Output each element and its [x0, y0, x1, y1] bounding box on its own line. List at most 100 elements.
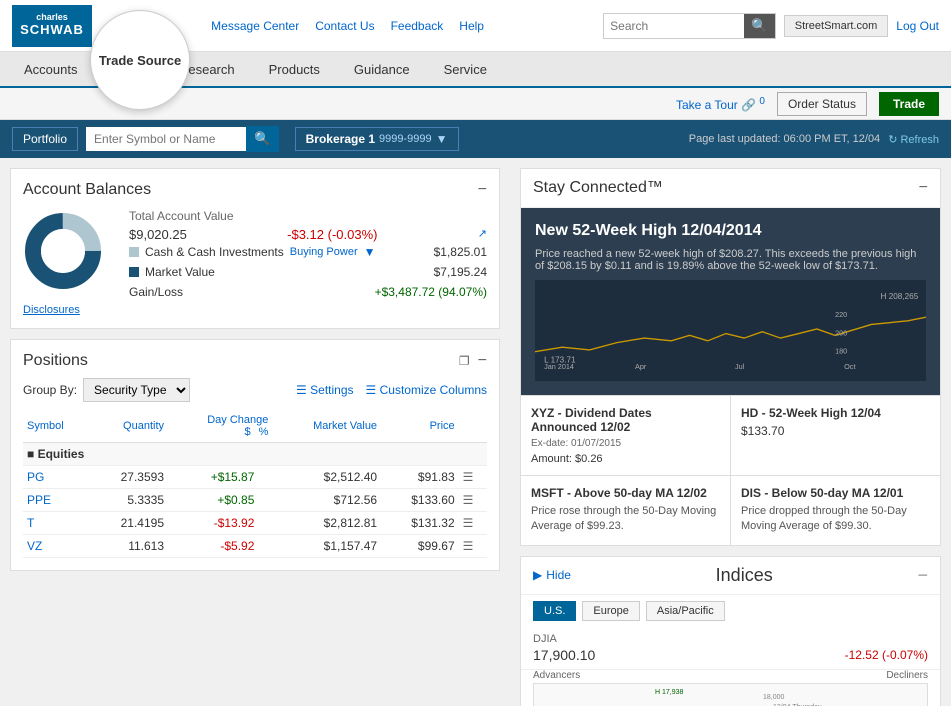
symbol-cell: PPE — [23, 489, 90, 512]
news-item-3: DIS - Below 50-day MA 12/01 Price droppe… — [731, 476, 940, 545]
top-nav-links: Message Center Contact Us Feedback Help — [211, 19, 484, 33]
cash-color-indicator — [129, 247, 139, 257]
help-link[interactable]: Help — [459, 19, 484, 33]
positions-actions: ☰ Settings ☰ Customize Columns — [296, 383, 487, 397]
top-search-input[interactable] — [604, 15, 744, 37]
trade-button[interactable]: Trade — [879, 92, 939, 116]
idx-djia-name: DJIA — [533, 633, 928, 645]
page-info: Page last updated: 06:00 PM ET, 12/04 ↻ … — [689, 133, 939, 146]
news-title-0: XYZ - Dividend Dates Announced 12/02 — [531, 406, 720, 434]
symbol-link[interactable]: VZ — [27, 539, 42, 553]
stay-chart: H 208,265 L 173.71 Jan 2014 Apr Jul Oct … — [535, 284, 926, 374]
minimize-balances-button[interactable]: − — [478, 181, 487, 199]
col-market-value: Market Value — [272, 410, 381, 443]
news-body-2: Price rose through the 50-Day Moving Ave… — [531, 504, 720, 535]
minimize-positions-button[interactable]: − — [478, 352, 487, 370]
quantity-cell: 21.4195 — [90, 512, 168, 535]
market-amount: $7,195.24 — [434, 265, 487, 279]
account-balances-card: Account Balances − Total Account Value $… — [10, 168, 500, 329]
indices-header: ▶ Hide Indices − — [521, 557, 940, 595]
buying-power-link[interactable]: Buying Power — [290, 246, 358, 258]
refresh-link[interactable]: ↻ Refresh — [888, 133, 939, 146]
symbol-search-button[interactable]: 🔍 — [246, 126, 279, 152]
message-center-link[interactable]: Message Center — [211, 19, 299, 33]
col-symbol: Symbol — [23, 410, 90, 443]
stay-body: Price reached a new 52-week high of $208… — [535, 248, 926, 272]
quantity-cell: 5.3335 — [90, 489, 168, 512]
news-title-2: MSFT - Above 50-day MA 12/02 — [531, 486, 720, 500]
expand-positions-icon[interactable]: ❐ — [459, 354, 470, 368]
main-content: Account Balances − Total Account Value $… — [0, 158, 951, 706]
tab-europe[interactable]: Europe — [582, 601, 639, 621]
balance-row: Total Account Value $9,020.25 -$3.12 (-0… — [23, 209, 487, 302]
group-by-label: Group By: — [23, 383, 77, 397]
nav-service[interactable]: Service — [428, 54, 503, 85]
positions-controls: Group By: Security Type ☰ Settings ☰ Cus… — [23, 378, 487, 402]
symbol-input[interactable] — [86, 127, 246, 151]
quantity-cell: 11.613 — [90, 535, 168, 558]
logo: charlesSCHWAB — [12, 5, 92, 47]
nav-products[interactable]: Products — [253, 54, 336, 85]
idx-advdec: Advancers Decliners — [521, 670, 940, 683]
news-item-0: XYZ - Dividend Dates Announced 12/02 Ex-… — [521, 396, 730, 475]
nav-accounts[interactable]: Accounts — [8, 54, 93, 85]
streetsmart-button[interactable]: StreetSmart.com — [784, 15, 889, 37]
positions-title: Positions — [23, 352, 88, 370]
tab-asia[interactable]: Asia/Pacific — [646, 601, 725, 621]
contact-us-link[interactable]: Contact Us — [315, 19, 374, 33]
top-search-button[interactable]: 🔍 — [744, 14, 775, 38]
news-body-3: Price dropped through the 50-Day Moving … — [741, 504, 930, 535]
top-search-box: 🔍 — [603, 13, 776, 39]
change-pct-cell — [258, 466, 272, 489]
cash-label: Cash & Cash Investments — [145, 245, 284, 259]
quantity-cell: 27.3593 — [90, 466, 168, 489]
donut-chart — [23, 211, 113, 301]
account-balances-title: Account Balances — [23, 181, 151, 199]
total-value-label: Total Account Value — [129, 209, 487, 223]
feedback-link[interactable]: Feedback — [391, 19, 444, 33]
nav-guidance[interactable]: Guidance — [338, 54, 426, 85]
svg-text:220: 220 — [835, 310, 847, 319]
logout-link[interactable]: Log Out — [896, 19, 939, 33]
symbol-link[interactable]: PPE — [27, 493, 51, 507]
price-cell: $99.67 — [381, 535, 459, 558]
settings-link[interactable]: ☰ Settings — [296, 383, 353, 397]
market-label: Market Value — [145, 265, 215, 279]
stay-connected-grid: New 52-Week High 12/04/2014 Price reache… — [521, 208, 940, 545]
market-value-cell: $2,512.40 — [272, 466, 381, 489]
table-row: PG 27.3593 +$15.87 $2,512.40 $91.83 ☰ — [23, 466, 487, 489]
svg-text:Jan 2014: Jan 2014 — [544, 362, 574, 371]
symbol-link[interactable]: T — [27, 516, 34, 530]
row-menu-icon[interactable]: ☰ — [463, 516, 474, 530]
indices-panel: ▶ Hide Indices − U.S. Europe Asia/Pacifi… — [520, 556, 941, 706]
symbol-link[interactable]: PG — [27, 470, 44, 484]
news-item-1: HD - 52-Week High 12/04 $133.70 — [731, 396, 940, 475]
market-line: Market Value $7,195.24 — [129, 262, 487, 282]
customize-columns-link[interactable]: ☰ Customize Columns — [366, 383, 487, 397]
disclosures-link[interactable]: Disclosures — [23, 304, 80, 316]
idx-djia-change: -12.52 (-0.07%) — [845, 648, 928, 662]
hide-indices-button[interactable]: ▶ Hide — [533, 568, 571, 582]
market-color-indicator — [129, 267, 139, 277]
market-value-cell: $2,812.81 — [272, 512, 381, 535]
cash-line: Cash & Cash Investments Buying Power ▼ $… — [129, 242, 487, 262]
portfolio-tab[interactable]: Portfolio — [12, 127, 78, 151]
row-menu-icon[interactable]: ☰ — [463, 539, 474, 553]
take-tour-link[interactable]: Take a Tour 🔗 0 — [676, 96, 765, 112]
indices-title: Indices — [716, 565, 773, 586]
account-number: 9999-9999 — [379, 133, 432, 145]
news-price-1: $133.70 — [741, 424, 930, 438]
row-menu-icon[interactable]: ☰ — [463, 493, 474, 507]
minimize-stay-button[interactable]: − — [919, 179, 928, 197]
tab-us[interactable]: U.S. — [533, 601, 576, 621]
table-row: PPE 5.3335 +$0.85 $712.56 $133.60 ☰ — [23, 489, 487, 512]
row-menu-icon[interactable]: ☰ — [463, 470, 474, 484]
svg-text:Apr: Apr — [635, 362, 647, 371]
price-cell: $133.60 — [381, 489, 459, 512]
news-amount-0: Amount: $0.26 — [531, 453, 720, 465]
news-item-2: MSFT - Above 50-day MA 12/02 Price rose … — [521, 476, 730, 545]
group-by-select[interactable]: Security Type — [83, 378, 190, 402]
customize-icon: ☰ — [366, 383, 377, 397]
account-balances-header: Account Balances − — [23, 181, 487, 199]
order-status-button[interactable]: Order Status — [777, 92, 867, 116]
